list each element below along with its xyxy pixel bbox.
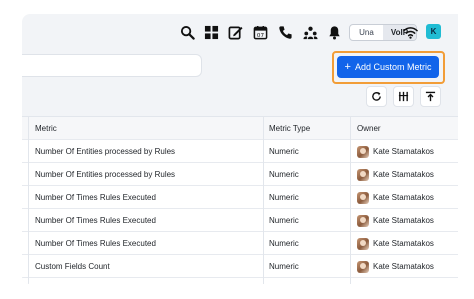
metric-name: Number Of Entities processed by Rules — [35, 147, 176, 156]
refresh-icon — [372, 91, 381, 101]
metric-name: Number Of Times Rules Executed — [35, 239, 156, 248]
avatar — [357, 237, 369, 250]
table-row[interactable]: Number Of Times Rules Executed Numeric K… — [22, 209, 458, 232]
avatar — [357, 168, 369, 181]
toggle-option-una[interactable]: Una — [350, 25, 383, 40]
table-row[interactable]: Number Of Times Rules Executed Numeric K… — [22, 232, 458, 255]
edit-icon[interactable] — [227, 24, 243, 40]
metric-type: Numeric — [269, 147, 299, 156]
top-bar: 07 Una VoIP K — [22, 14, 458, 50]
table-row[interactable]: Number Of Times Rules Executed Numeric K… — [22, 186, 458, 209]
metric-name: Number Of Times Rules Executed — [35, 216, 156, 225]
metrics-table: Metric Metric Type Owner Number Of Entit… — [22, 116, 458, 284]
column-divider — [350, 117, 351, 284]
table-row[interactable]: Custom Fields Count Numeric Kate Stamata… — [22, 255, 458, 278]
refresh-button[interactable] — [366, 86, 387, 107]
avatar — [357, 145, 369, 158]
metric-name: Number Of Times Rules Executed — [35, 193, 156, 202]
owner-cell: Kate Stamatakos — [357, 163, 457, 186]
header-owner[interactable]: Owner — [357, 117, 457, 140]
table-row[interactable]: Number Of Entities processed by Rules Nu… — [22, 140, 458, 163]
metric-type: Numeric — [269, 239, 299, 248]
metric-name: Number Of Entities processed by Rules — [35, 170, 176, 179]
metric-type: Numeric — [269, 170, 299, 179]
owner-name: Kate Stamatakos — [373, 262, 434, 271]
owner-name: Kate Stamatakos — [373, 216, 434, 225]
user-avatar[interactable]: K — [426, 24, 441, 39]
add-custom-metric-label: Add Custom Metric — [354, 62, 432, 72]
export-button[interactable] — [420, 86, 441, 107]
metric-type: Numeric — [269, 216, 299, 225]
metric-type: Numeric — [269, 262, 299, 271]
apps-grid-icon[interactable] — [203, 24, 219, 40]
wifi-icon — [402, 24, 418, 40]
columns-icon — [398, 91, 409, 102]
calendar-day: 07 — [256, 33, 264, 39]
header-metric-type[interactable]: Metric Type — [269, 117, 349, 140]
search-input[interactable] — [22, 54, 202, 77]
owner-name: Kate Stamatakos — [373, 147, 434, 156]
column-divider — [263, 117, 264, 284]
avatar — [357, 191, 369, 204]
owner-cell: Kate Stamatakos — [357, 232, 457, 255]
header-metric[interactable]: Metric — [35, 117, 265, 140]
metric-name: Custom Fields Count — [35, 262, 110, 271]
owner-cell: Kate Stamatakos — [357, 255, 457, 278]
app-window: 07 Una VoIP K + Add Custom Metric Metric… — [22, 14, 458, 284]
owner-name: Kate Stamatakos — [373, 193, 434, 202]
search-icon[interactable] — [179, 24, 195, 40]
table-row[interactable]: Number Of Entities processed by Rules Nu… — [22, 163, 458, 186]
bell-icon[interactable] — [326, 24, 342, 40]
export-icon — [425, 91, 436, 102]
table-header-row: Metric Metric Type Owner — [22, 117, 458, 140]
column-divider — [28, 117, 29, 284]
owner-name: Kate Stamatakos — [373, 239, 434, 248]
add-custom-metric-button[interactable]: + Add Custom Metric — [337, 56, 439, 78]
team-icon[interactable] — [302, 24, 318, 40]
owner-cell: Kate Stamatakos — [357, 186, 457, 209]
columns-button[interactable] — [393, 86, 414, 107]
owner-name: Kate Stamatakos — [373, 170, 434, 179]
calendar-icon[interactable]: 07 — [252, 24, 268, 40]
avatar — [357, 214, 369, 227]
owner-cell: Kate Stamatakos — [357, 209, 457, 232]
metric-type: Numeric — [269, 193, 299, 202]
phone-icon[interactable] — [277, 24, 293, 40]
plus-icon: + — [344, 60, 351, 73]
owner-cell: Kate Stamatakos — [357, 140, 457, 163]
avatar — [357, 260, 369, 273]
